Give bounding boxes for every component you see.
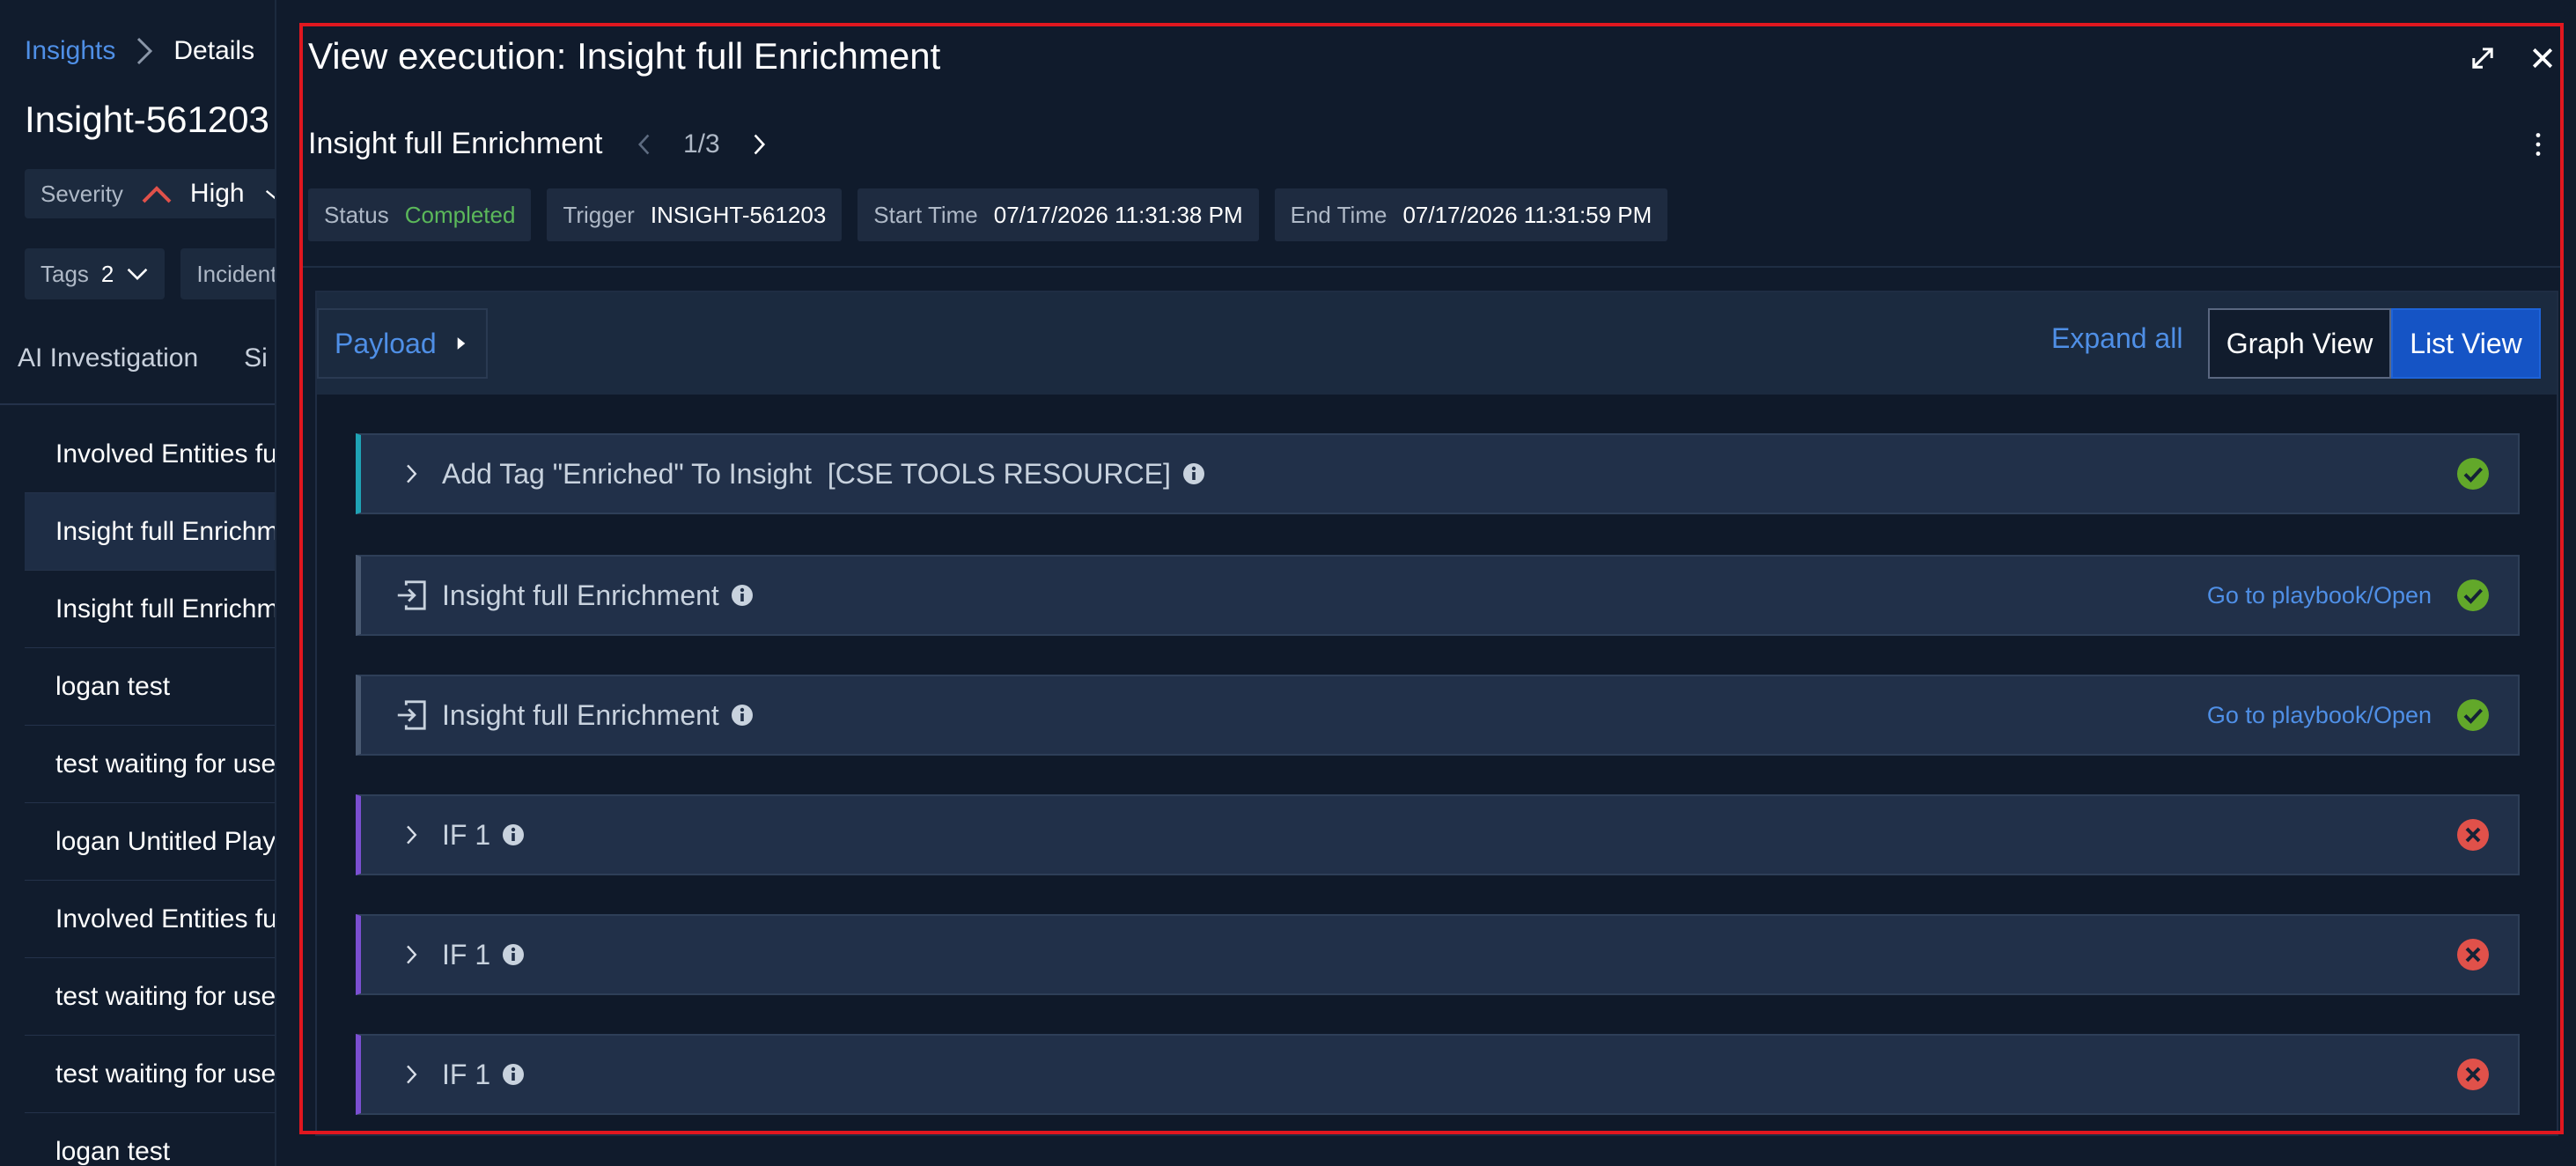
list-item[interactable]: test waiting for use: [25, 958, 299, 1036]
list-item[interactable]: Insight full Enrichm: [25, 571, 299, 648]
info-icon[interactable]: [501, 1062, 526, 1087]
chevron-right-icon: [754, 134, 765, 155]
tags-row: Tags 2 Incident: [25, 248, 293, 299]
tabs-divider: [0, 403, 299, 405]
background-page: Insights Details Insight-561203 Severity…: [0, 0, 299, 1166]
status-label: Status: [324, 201, 389, 228]
chevron-right-icon[interactable]: [391, 823, 431, 847]
success-check-icon: [2457, 699, 2489, 731]
start-time-value: 07/17/2026 11:31:38 PM: [993, 201, 1243, 228]
failed-x-icon: [2457, 819, 2489, 851]
status-value: Completed: [404, 201, 516, 228]
step-label: IF 1: [442, 818, 491, 851]
end-time-label: End Time: [1290, 201, 1387, 228]
step-label: Insight full Enrichment: [442, 579, 719, 611]
info-icon[interactable]: [730, 703, 754, 727]
tags-label: Tags: [40, 260, 89, 287]
info-icon[interactable]: [501, 942, 526, 967]
go-to-playbook-link[interactable]: Go to playbook/Open: [2207, 702, 2432, 729]
tab-signals[interactable]: Si: [244, 343, 268, 373]
severity-value: High: [189, 179, 245, 208]
go-to-playbook-link[interactable]: Go to playbook/Open: [2207, 582, 2432, 609]
expand-icon[interactable]: [2465, 41, 2500, 76]
breadcrumb: Insights Details: [25, 35, 254, 67]
status-badge: Status Completed: [308, 188, 532, 241]
list-item[interactable]: Insight full Enrichm: [25, 493, 299, 571]
step-label: Add Tag "Enriched" To Insight [CSE TOOLS…: [442, 457, 1171, 490]
payload-label: Payload: [335, 327, 437, 359]
step-label: IF 1: [442, 938, 491, 970]
modal-edge: [275, 0, 276, 1166]
sub-playbook-icon: [391, 698, 431, 732]
incident-label: Incident: [196, 260, 277, 287]
pager-count: 1/3: [683, 129, 720, 159]
end-time-badge: End Time 07/17/2026 11:31:59 PM: [1274, 188, 1668, 241]
execution-panel: Payload Expand all Graph View List View …: [315, 291, 2558, 1136]
severity-label: Severity: [40, 180, 123, 207]
step-row[interactable]: Insight full Enrichment Go to playbook/O…: [356, 675, 2520, 756]
next-execution-button[interactable]: [747, 127, 771, 162]
step-row[interactable]: IF 1: [356, 794, 2520, 875]
panel-toolbar: Payload Expand all Graph View List View: [317, 292, 2557, 395]
expand-all-link[interactable]: Expand all: [2051, 322, 2182, 355]
step-row[interactable]: Insight full Enrichment Go to playbook/O…: [356, 555, 2520, 636]
chevron-right-icon[interactable]: [391, 461, 431, 486]
header-divider: [303, 266, 2560, 268]
success-check-icon: [2457, 458, 2489, 490]
execution-pager: 1/3: [632, 127, 771, 162]
severity-high-icon: [142, 186, 172, 203]
step-row[interactable]: Add Tag "Enriched" To Insight [CSE TOOLS…: [356, 433, 2520, 514]
list-view-button[interactable]: List View: [2391, 308, 2541, 379]
execution-list: Involved Entities fu Insight full Enrich…: [25, 416, 299, 1166]
list-item[interactable]: logan test: [25, 1113, 299, 1166]
failed-x-icon: [2457, 939, 2489, 970]
caret-right-icon: [457, 337, 465, 350]
graph-view-button[interactable]: Graph View: [2208, 308, 2391, 379]
close-icon[interactable]: [2525, 41, 2560, 76]
chevron-left-icon: [637, 134, 650, 155]
chevron-right-icon[interactable]: [391, 942, 431, 967]
step-label: IF 1: [442, 1058, 491, 1090]
step-label: Insight full Enrichment: [442, 698, 719, 731]
info-icon[interactable]: [1181, 461, 1206, 486]
more-options-icon[interactable]: [2525, 127, 2551, 162]
info-icon[interactable]: [501, 823, 526, 847]
execution-meta: Status Completed Trigger INSIGHT-561203 …: [308, 188, 1668, 241]
tags-chip[interactable]: Tags 2: [25, 248, 166, 299]
chevron-down-icon: [128, 268, 148, 281]
breadcrumb-current: Details: [173, 36, 255, 65]
info-icon[interactable]: [730, 583, 754, 608]
tab-ai-investigation[interactable]: AI Investigation: [18, 343, 198, 373]
payload-button[interactable]: Payload: [317, 308, 488, 379]
playbook-name: Insight full Enrichment: [308, 127, 603, 160]
start-time-badge: Start Time 07/17/2026 11:31:38 PM: [857, 188, 1259, 241]
severity-select[interactable]: Severity High: [25, 169, 299, 218]
list-item[interactable]: Involved Entities fu: [25, 416, 299, 493]
breadcrumb-insights-link[interactable]: Insights: [25, 36, 115, 66]
background-tabs: AI Investigation Si: [0, 343, 299, 373]
step-row[interactable]: IF 1: [356, 914, 2520, 995]
modal-title: View execution: Insight full Enrichment: [308, 35, 941, 77]
list-item[interactable]: logan test: [25, 648, 299, 726]
sub-playbook-icon: [391, 579, 431, 612]
end-time-value: 07/17/2026 11:31:59 PM: [1402, 201, 1652, 228]
list-item[interactable]: test waiting for use: [25, 1036, 299, 1113]
trigger-badge: Trigger INSIGHT-561203: [547, 188, 843, 241]
list-item[interactable]: test waiting for use: [25, 726, 299, 803]
trigger-label: Trigger: [563, 201, 635, 228]
tags-count: 2: [100, 260, 114, 287]
list-item[interactable]: logan Untitled Play: [25, 803, 299, 881]
page-title: Insight-561203: [25, 99, 269, 140]
chevron-right-icon: [137, 37, 153, 65]
view-toggle: Graph View List View: [2208, 308, 2541, 379]
trigger-value: INSIGHT-561203: [650, 201, 827, 228]
success-check-icon: [2457, 579, 2489, 611]
step-row[interactable]: IF 1: [356, 1034, 2520, 1115]
list-item[interactable]: Involved Entities fu: [25, 881, 299, 958]
start-time-label: Start Time: [873, 201, 978, 228]
chevron-right-icon[interactable]: [391, 1062, 431, 1087]
failed-x-icon: [2457, 1059, 2489, 1090]
previous-execution-button[interactable]: [632, 127, 657, 162]
